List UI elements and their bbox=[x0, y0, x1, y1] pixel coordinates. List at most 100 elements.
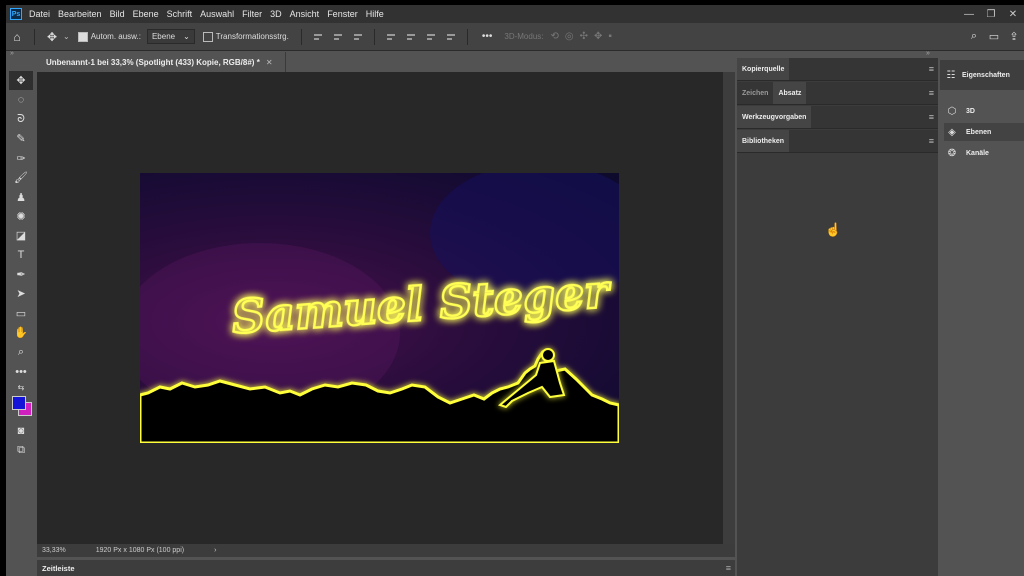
panel-menu-icon[interactable]: ≡ bbox=[929, 136, 934, 146]
align-top-icon[interactable] bbox=[385, 32, 397, 42]
menu-ansicht[interactable]: Ansicht bbox=[290, 9, 320, 19]
chevron-down-icon[interactable]: ⌄ bbox=[63, 32, 70, 41]
photoshop-logo-icon: Ps bbox=[10, 8, 22, 20]
home-icon[interactable]: ⌂ bbox=[6, 30, 28, 44]
panel-menu-icon[interactable]: ≡ bbox=[929, 64, 934, 74]
zoom-level[interactable]: 33,33% bbox=[42, 547, 66, 554]
auto-select-checkbox[interactable] bbox=[77, 31, 88, 42]
panel-menu-icon[interactable]: ≡ bbox=[929, 112, 934, 122]
path-select-tool-icon[interactable]: ➤ bbox=[9, 284, 33, 303]
auto-select-label: Autom. ausw.: bbox=[90, 32, 141, 41]
menu-bar: Ps Datei Bearbeiten Bild Ebene Schrift A… bbox=[6, 5, 1024, 23]
roll-3d-icon[interactable]: ◎ bbox=[565, 31, 574, 42]
document-tab[interactable]: Unbenannt-1 bei 33,3% (Spotlight (433) K… bbox=[40, 52, 286, 72]
align-bottom-icon[interactable] bbox=[425, 32, 437, 42]
divider bbox=[34, 28, 35, 45]
divider bbox=[300, 28, 302, 45]
stamp-tool-icon[interactable]: ♟ bbox=[9, 187, 33, 206]
cube-icon: ⬡ bbox=[947, 105, 957, 117]
zoom-tool-icon[interactable]: ⌕ bbox=[9, 342, 33, 361]
close-icon[interactable]: ✕ bbox=[1002, 9, 1024, 20]
slide-3d-icon[interactable]: ✥ bbox=[594, 31, 602, 42]
minimize-icon[interactable]: — bbox=[958, 9, 980, 20]
orbit-3d-icon[interactable]: ⟲ bbox=[551, 31, 559, 42]
restore-icon[interactable]: ❐ bbox=[980, 9, 1002, 20]
workspace-icon[interactable]: ▭ bbox=[984, 30, 1004, 43]
collapse-panels-icon[interactable]: » bbox=[926, 50, 930, 58]
panel-group-libraries: Bibliotheken ≡ bbox=[737, 130, 938, 153]
share-icon[interactable]: ⇪ bbox=[1004, 30, 1024, 43]
align-right-icon[interactable] bbox=[352, 32, 364, 42]
chevron-right-icon[interactable]: › bbox=[214, 547, 216, 554]
menu-schrift[interactable]: Schrift bbox=[167, 9, 193, 19]
align-left-icon[interactable] bbox=[312, 32, 324, 42]
color-swatches bbox=[9, 393, 33, 421]
menu-bild[interactable]: Bild bbox=[110, 9, 125, 19]
distribute-icon[interactable] bbox=[445, 32, 457, 42]
auto-select-target-dropdown[interactable]: Ebene ⌄ bbox=[146, 29, 195, 44]
menu-ebene[interactable]: Ebene bbox=[133, 9, 159, 19]
tab-bibliotheken[interactable]: Bibliotheken bbox=[737, 130, 790, 152]
lasso-tool-icon[interactable]: ᘐ bbox=[9, 110, 33, 129]
healing-tool-icon[interactable]: ✺ bbox=[9, 207, 33, 226]
search-icon[interactable]: ⌕ bbox=[964, 30, 984, 43]
hand-tool-icon[interactable]: ✋ bbox=[9, 323, 33, 342]
vertical-scrollbar[interactable] bbox=[723, 72, 735, 544]
menu-3d[interactable]: 3D bbox=[270, 9, 282, 19]
foreground-color-swatch[interactable] bbox=[12, 396, 26, 411]
align-center-icon[interactable] bbox=[332, 32, 344, 42]
document-title: Unbenannt-1 bei 33,3% (Spotlight (433) K… bbox=[46, 57, 260, 67]
panel-button-label: 3D bbox=[966, 107, 975, 115]
scale-3d-icon[interactable]: ▪ bbox=[608, 31, 612, 42]
panel-button-layers[interactable]: ◈ Ebenen bbox=[944, 123, 1024, 141]
tab-absatz[interactable]: Absatz bbox=[773, 82, 807, 104]
more-options-icon[interactable]: ••• bbox=[482, 31, 493, 42]
tools-panel: ✥ ◌ ᘐ ✎ ✑ 🖌 ♟ ✺ ◪ T ✒ ➤ ▭ ✋ ⌕ ••• ⇆ ◙ ⧉ bbox=[9, 71, 33, 471]
mouse-cursor-icon: ☝ bbox=[825, 222, 842, 237]
pan-3d-icon[interactable]: ✣ bbox=[580, 31, 588, 42]
layers-icon: ◈ bbox=[948, 126, 956, 138]
type-tool-icon[interactable]: T bbox=[9, 246, 33, 265]
timeline-tab[interactable]: Zeitleiste bbox=[42, 564, 75, 573]
dropdown-value: Ebene bbox=[151, 32, 176, 41]
brush-tool-icon[interactable]: 🖌 bbox=[9, 168, 33, 187]
tab-werkzeugvorgaben[interactable]: Werkzeugvorgaben bbox=[737, 106, 812, 128]
tab-zeichen[interactable]: Zeichen bbox=[737, 82, 773, 104]
menu-fenster[interactable]: Fenster bbox=[327, 9, 358, 19]
panel-button-3d[interactable]: ⬡ 3D bbox=[944, 102, 1024, 120]
panel-menu-icon[interactable]: ≡ bbox=[929, 88, 934, 98]
panel-group-tool-presets: Werkzeugvorgaben ≡ bbox=[737, 106, 938, 129]
panel-menu-icon[interactable]: ≡ bbox=[726, 563, 731, 573]
rectangle-tool-icon[interactable]: ▭ bbox=[9, 304, 33, 323]
menu-hilfe[interactable]: Hilfe bbox=[366, 9, 384, 19]
swap-colors-icon[interactable]: ⇆ bbox=[9, 381, 33, 393]
panel-dock: Kopierquelle ≡ Zeichen Absatz ≡ Werkzeug… bbox=[737, 58, 938, 576]
eraser-tool-icon[interactable]: ◪ bbox=[9, 226, 33, 245]
menu-filter[interactable]: Filter bbox=[242, 9, 262, 19]
quick-mask-icon[interactable]: ◙ bbox=[9, 421, 33, 440]
3d-mode-label: 3D-Modus: bbox=[504, 32, 544, 41]
pen-tool-icon[interactable]: ✒ bbox=[9, 265, 33, 284]
marquee-tool-icon[interactable]: ◌ bbox=[9, 90, 33, 109]
quick-select-tool-icon[interactable]: ✎ bbox=[9, 129, 33, 148]
move-tool-icon[interactable]: ✥ bbox=[9, 71, 33, 91]
more-tools-icon[interactable]: ••• bbox=[9, 362, 33, 381]
panel-button-channels[interactable]: ❂ Kanäle bbox=[944, 144, 1024, 162]
align-middle-icon[interactable] bbox=[405, 32, 417, 42]
tab-kopierquelle[interactable]: Kopierquelle bbox=[737, 58, 790, 80]
channels-icon: ❂ bbox=[947, 147, 957, 159]
close-tab-icon[interactable]: ✕ bbox=[266, 58, 273, 67]
menu-datei[interactable]: Datei bbox=[29, 9, 50, 19]
document-canvas[interactable]: Samuel Steger bbox=[140, 173, 619, 443]
move-tool-icon[interactable]: ✥ bbox=[41, 30, 63, 44]
properties-panel-button[interactable]: ☷ Eigenschaften bbox=[940, 60, 1024, 90]
canvas-area[interactable]: Samuel Steger bbox=[37, 72, 723, 544]
panel-group-clone-source: Kopierquelle ≡ bbox=[737, 58, 938, 81]
eyedropper-tool-icon[interactable]: ✑ bbox=[9, 149, 33, 168]
screen-mode-icon[interactable]: ⧉ bbox=[9, 441, 33, 460]
menu-auswahl[interactable]: Auswahl bbox=[200, 9, 234, 19]
collapse-toolbar-icon[interactable]: » bbox=[10, 50, 14, 58]
menu-bearbeiten[interactable]: Bearbeiten bbox=[58, 9, 102, 19]
properties-icon: ☷ bbox=[946, 69, 956, 81]
transform-controls-checkbox[interactable] bbox=[202, 31, 213, 42]
